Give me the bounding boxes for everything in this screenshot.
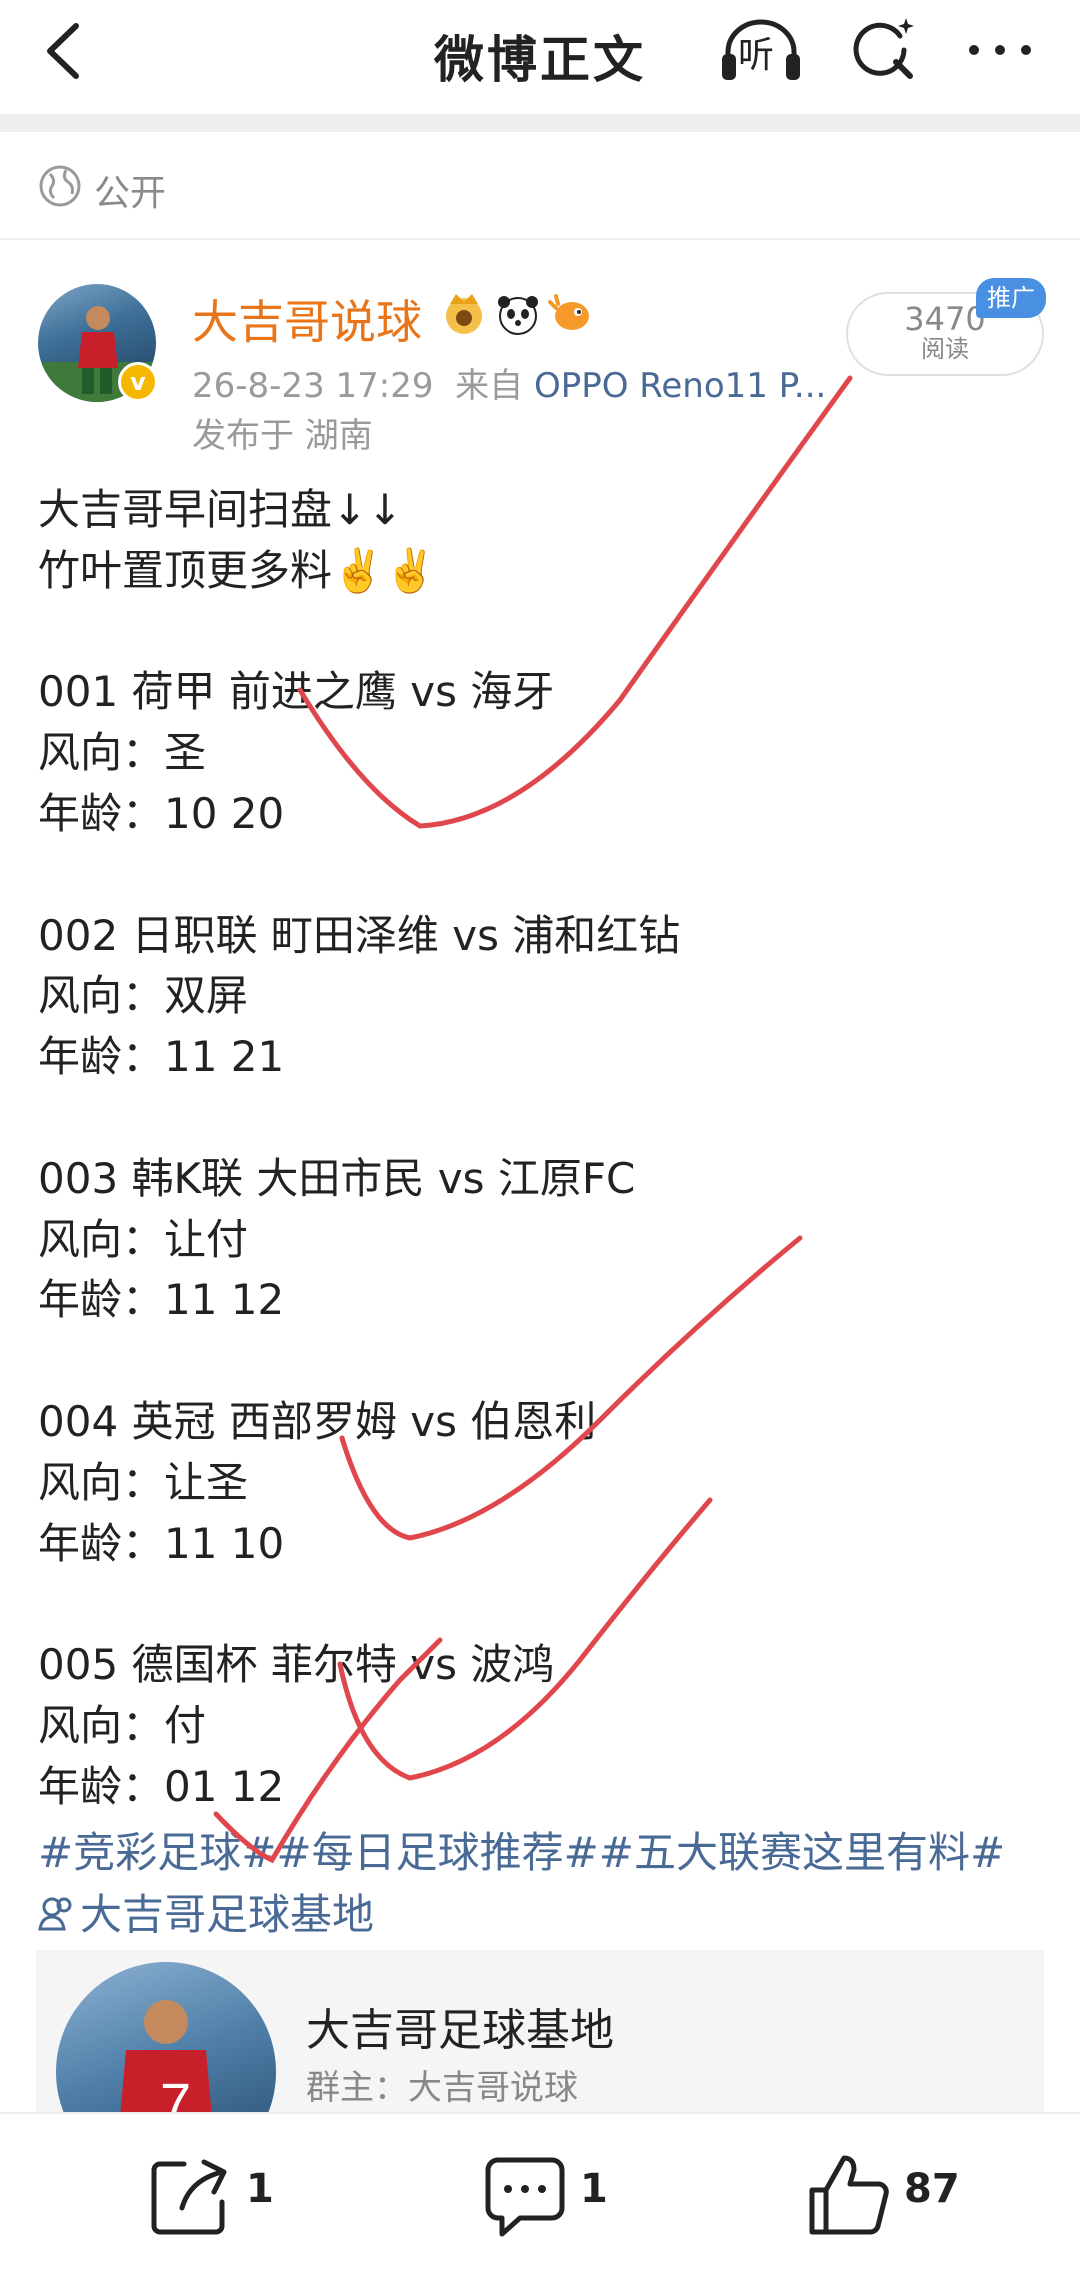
page-title: 微博正文 [434, 31, 646, 89]
post-line: 风向：圣 [38, 728, 207, 778]
top-nav-bar: 微博正文 听 [0, 0, 1080, 114]
search-sparkle-icon[interactable] [848, 14, 918, 84]
post-meta: 26-8-23 17:29 来自 OPPO Reno11 P... [192, 358, 826, 407]
group-link[interactable]: 大吉哥足球基地 [38, 1884, 1048, 1946]
group-icon [38, 1897, 72, 1931]
post-location: 发布于 湖南 [192, 416, 373, 456]
group-name: 大吉哥足球基地 [306, 2005, 614, 2056]
post-line: 年龄：11 10 [38, 1518, 285, 1568]
promo-badge[interactable]: 推广 [976, 278, 1046, 318]
post-line [38, 602, 1048, 663]
post-line [38, 1331, 1048, 1392]
globe-icon [39, 165, 81, 207]
section-divider [0, 114, 1080, 132]
comment-button[interactable]: 1 [480, 2150, 660, 2240]
comment-count: 1 [580, 2166, 608, 2212]
author-badges [446, 294, 589, 335]
post-line: 002 日职联 町田泽维 vs 浦和红钻 [38, 910, 681, 960]
verified-icon: v [118, 362, 158, 402]
post-line: 年龄：11 21 [38, 1032, 285, 1082]
hashtag-block: #竞彩足球##每日足球推荐##五大联赛这里有料# 大吉哥足球基地 [38, 1822, 1048, 1946]
panda-badge-icon [498, 296, 538, 335]
post-line: 竹叶置顶更多料✌️✌️ [38, 545, 437, 595]
author-name[interactable]: 大吉哥说球 [192, 286, 422, 352]
group-card[interactable]: 7 大吉哥足球基地 群主：大吉哥说球 [36, 1950, 1044, 2130]
post-line: 003 韩K联 大田市民 vs 江原FC [38, 1153, 636, 1203]
post-line [38, 1088, 1048, 1149]
crown-badge-icon [446, 294, 482, 334]
like-button[interactable]: 87 [804, 2150, 1004, 2240]
post-line: 风向：双屏 [38, 971, 249, 1021]
post-line [38, 1574, 1048, 1635]
post-line: 风向：付 [38, 1700, 207, 1750]
group-avatar-player-figure: 7 [118, 2000, 214, 2130]
like-count: 87 [904, 2166, 960, 2212]
group-avatar: 7 [56, 1962, 276, 2130]
fish-badge-icon [548, 294, 589, 330]
post-line: 001 荷甲 前进之鹰 vs 海牙 [38, 667, 555, 717]
listen-label: 听 [738, 35, 775, 76]
group-owner: 群主：大吉哥说球 [306, 2068, 578, 2108]
hashtag-links[interactable]: #竞彩足球##每日足球推荐##五大联赛这里有料# [38, 1822, 1048, 1884]
source-prefix: 来自 [455, 366, 524, 406]
like-icon [809, 2155, 889, 2235]
post-line: 风向：让圣 [38, 1457, 249, 1507]
read-label: 阅读 [921, 335, 969, 363]
comment-icon [485, 2157, 565, 2237]
repost-count: 1 [246, 2166, 274, 2212]
bottom-action-bar: 1 1 87 [0, 2112, 1080, 2276]
source-device[interactable]: OPPO Reno11 P... [534, 366, 826, 406]
post-line: 风向：让付 [38, 1214, 249, 1264]
post-line [38, 845, 1048, 906]
post-body: 大吉哥早间扫盘↓↓ 竹叶置顶更多料✌️✌️ 001 荷甲 前进之鹰 vs 海牙 风向：… [38, 480, 1048, 1818]
listen-button[interactable]: 听 [718, 14, 804, 86]
post-timestamp: 26-8-23 17:29 [192, 366, 434, 406]
repost-button[interactable]: 1 [146, 2150, 326, 2240]
visibility-row: 公开 [0, 140, 1080, 240]
visibility-label: 公开 [94, 173, 167, 214]
post-line: 年龄：01 12 [38, 1761, 285, 1811]
post-line: 大吉哥早间扫盘↓↓ [38, 485, 403, 534]
group-link-label[interactable]: 大吉哥足球基地 [80, 1890, 374, 1939]
more-dots-icon[interactable] [960, 20, 1040, 80]
post-line: 年龄：10 20 [38, 788, 285, 838]
post-line: 005 德国杯 菲尔特 vs 波鸿 [38, 1640, 555, 1690]
post-line: 年龄：11 12 [38, 1275, 285, 1325]
repost-icon [151, 2159, 227, 2235]
post-line: 004 英冠 西部罗姆 vs 伯恩利 [38, 1396, 597, 1446]
